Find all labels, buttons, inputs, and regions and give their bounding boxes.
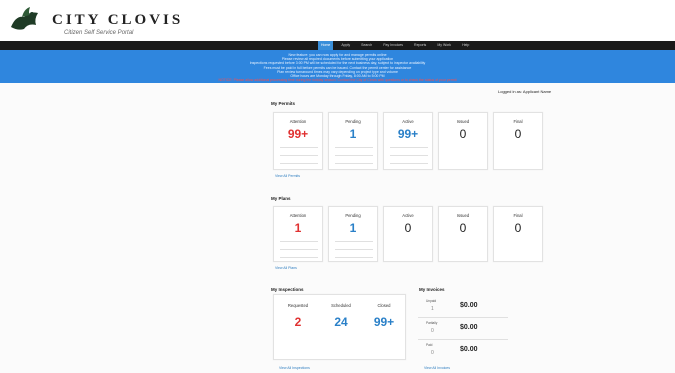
invoice-row-amount: $0.00 bbox=[460, 324, 478, 331]
card-subitem[interactable] bbox=[280, 241, 318, 242]
status-card-count[interactable]: 0 bbox=[384, 221, 432, 235]
card-subitem[interactable] bbox=[335, 257, 373, 258]
card-subitem[interactable] bbox=[280, 155, 318, 156]
card-subitem[interactable] bbox=[335, 163, 373, 164]
main-navbar: Home Apply Search Pay Invoices Reports My Wor… bbox=[0, 41, 675, 50]
inspection-status[interactable]: Closed 99+ bbox=[364, 297, 404, 357]
view-all-inspections-link[interactable]: View All Inspections bbox=[279, 366, 310, 370]
inspection-status[interactable]: Scheduled 24 bbox=[321, 297, 361, 357]
card-subitem[interactable] bbox=[335, 249, 373, 250]
my-inspections-title: My Inspections bbox=[271, 287, 304, 292]
invoice-divider bbox=[418, 317, 508, 318]
nav-item[interactable]: Help bbox=[459, 41, 472, 50]
status-card[interactable]: Pending 1 bbox=[328, 112, 378, 170]
status-card[interactable]: Attention 1 bbox=[273, 206, 323, 262]
card-subitem[interactable] bbox=[280, 163, 318, 164]
logged-in-user[interactable]: Logged in as: Applicant Name bbox=[498, 89, 551, 94]
nav-item[interactable]: Pay Invoices bbox=[380, 41, 406, 50]
card-subitem[interactable] bbox=[280, 147, 318, 148]
card-subitem[interactable] bbox=[390, 163, 428, 164]
nav-item[interactable]: Search bbox=[358, 41, 375, 50]
status-card-label: Pending bbox=[345, 119, 361, 124]
inspections-panel: Requested 2 Scheduled 24 Closed 99+ bbox=[273, 294, 406, 360]
invoice-row-label: Paid bbox=[426, 343, 433, 347]
nav-item[interactable]: Home bbox=[318, 41, 334, 50]
invoice-row-count[interactable]: 0 bbox=[431, 350, 434, 356]
banner-line: NOTICE: Please allow additional processi… bbox=[218, 78, 457, 83]
status-card-count[interactable]: 1 bbox=[329, 221, 377, 235]
announcement-banner: New feature: you can now apply for and m… bbox=[0, 50, 675, 83]
view-all-invoices-link[interactable]: View All Invoices bbox=[424, 366, 450, 370]
status-card[interactable]: Pending 1 bbox=[328, 206, 378, 262]
city-logo-icon[interactable] bbox=[8, 5, 42, 35]
card-subitem[interactable] bbox=[335, 155, 373, 156]
inspection-status-count[interactable]: 24 bbox=[321, 315, 361, 329]
status-card-count[interactable]: 0 bbox=[494, 221, 542, 235]
card-subitem[interactable] bbox=[335, 241, 373, 242]
inspection-status[interactable]: Requested 2 bbox=[278, 297, 318, 357]
my-plans-title: My Plans bbox=[271, 196, 291, 201]
card-subitem[interactable] bbox=[280, 257, 318, 258]
status-card[interactable]: Active 99+ bbox=[383, 112, 433, 170]
my-permits-title: My Permits bbox=[271, 101, 296, 106]
inspection-status-label: Requested bbox=[287, 303, 309, 308]
status-card-count[interactable]: 99+ bbox=[384, 127, 432, 141]
invoice-divider bbox=[418, 339, 508, 340]
status-card-count[interactable]: 1 bbox=[329, 127, 377, 141]
invoice-row-count[interactable]: 1 bbox=[431, 306, 434, 312]
site-subtitle: Citizen Self Service Portal bbox=[64, 30, 134, 36]
invoice-row[interactable]: Paid 0 $0.00 bbox=[418, 341, 508, 361]
status-card-count[interactable]: 0 bbox=[439, 127, 487, 141]
status-card-label: Pending bbox=[345, 213, 361, 218]
nav-items: Home Apply Search Pay Invoices Reports My Wor… bbox=[318, 41, 472, 50]
status-card[interactable]: Attention 99+ bbox=[273, 112, 323, 170]
invoice-row-amount: $0.00 bbox=[460, 302, 478, 309]
status-card-label: Issued bbox=[456, 119, 470, 124]
card-subitem[interactable] bbox=[390, 155, 428, 156]
status-card-label: Issued bbox=[456, 213, 470, 218]
invoice-row-label: Unpaid bbox=[426, 299, 437, 303]
invoice-row-label: Partially bbox=[426, 321, 438, 325]
card-subitem[interactable] bbox=[280, 249, 318, 250]
inspection-status-count[interactable]: 2 bbox=[278, 315, 318, 329]
invoice-row-amount: $0.00 bbox=[460, 346, 478, 353]
inspection-status-label: Closed bbox=[377, 303, 391, 308]
invoice-row[interactable]: Partially 0 $0.00 bbox=[418, 319, 508, 340]
inspection-status-count[interactable]: 99+ bbox=[364, 315, 404, 329]
status-card[interactable]: Final 0 bbox=[493, 206, 543, 262]
status-card-count[interactable]: 99+ bbox=[274, 127, 322, 141]
nav-item[interactable]: My Work bbox=[434, 41, 454, 50]
view-all-plans-link[interactable]: View All Plans bbox=[275, 266, 297, 270]
view-all-permits-link[interactable]: View All Permits bbox=[275, 174, 300, 178]
status-card-label: Active bbox=[402, 119, 414, 124]
page-header: CITY CLOVIS Citizen Self Service Portal bbox=[0, 0, 675, 42]
status-card-label: Active bbox=[402, 213, 414, 218]
status-card-label: Attention bbox=[289, 213, 307, 218]
status-card[interactable]: Active 0 bbox=[383, 206, 433, 262]
my-invoices-title: My Invoices bbox=[419, 287, 445, 292]
nav-item[interactable]: Reports bbox=[411, 41, 429, 50]
status-card-count[interactable]: 0 bbox=[439, 221, 487, 235]
status-card[interactable]: Final 0 bbox=[493, 112, 543, 170]
status-card[interactable]: Issued 0 bbox=[438, 112, 488, 170]
card-subitem[interactable] bbox=[335, 147, 373, 148]
invoice-row[interactable]: Unpaid 1 $0.00 bbox=[418, 297, 508, 318]
status-card[interactable]: Issued 0 bbox=[438, 206, 488, 262]
invoice-row-count[interactable]: 0 bbox=[431, 328, 434, 334]
site-title: CITY CLOVIS bbox=[52, 12, 184, 28]
status-card-count[interactable]: 1 bbox=[274, 221, 322, 235]
status-card-label: Attention bbox=[289, 119, 307, 124]
inspection-status-label: Scheduled bbox=[331, 303, 351, 308]
status-card-count[interactable]: 0 bbox=[494, 127, 542, 141]
status-card-label: Final bbox=[513, 119, 523, 124]
nav-item[interactable]: Apply bbox=[338, 41, 353, 50]
status-card-label: Final bbox=[513, 213, 523, 218]
card-subitem[interactable] bbox=[390, 147, 428, 148]
